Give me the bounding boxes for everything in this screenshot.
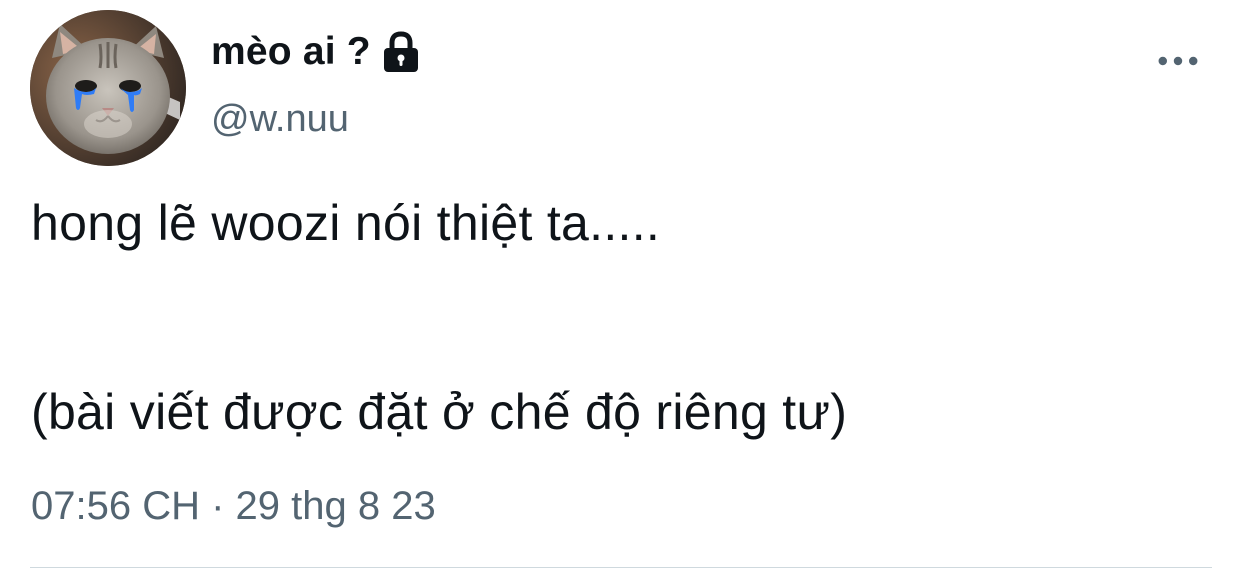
display-name[interactable]: mèo ai ? [211, 30, 371, 74]
tweet-timestamp[interactable]: 07:56 CH · 29 thg 8 23 [31, 484, 436, 529]
author-handle[interactable]: @w.nuu [211, 98, 349, 141]
more-button[interactable] [1152, 42, 1204, 80]
tweet-text-line-2: (bài viết được đặt ở chế độ riêng tư) [31, 384, 848, 440]
more-horizontal-icon [1158, 56, 1198, 66]
avatar[interactable] [30, 10, 186, 166]
tweet-card: mèo ai ? @w.nuu hong lẽ woozi nói thiệt … [0, 0, 1242, 570]
tweet-text-line-1: hong lẽ woozi nói thiệt ta..... [31, 195, 661, 251]
lock-icon [381, 30, 421, 74]
divider [30, 567, 1212, 568]
crying-cat-avatar [30, 10, 186, 166]
author-name-row[interactable]: mèo ai ? [211, 26, 421, 78]
